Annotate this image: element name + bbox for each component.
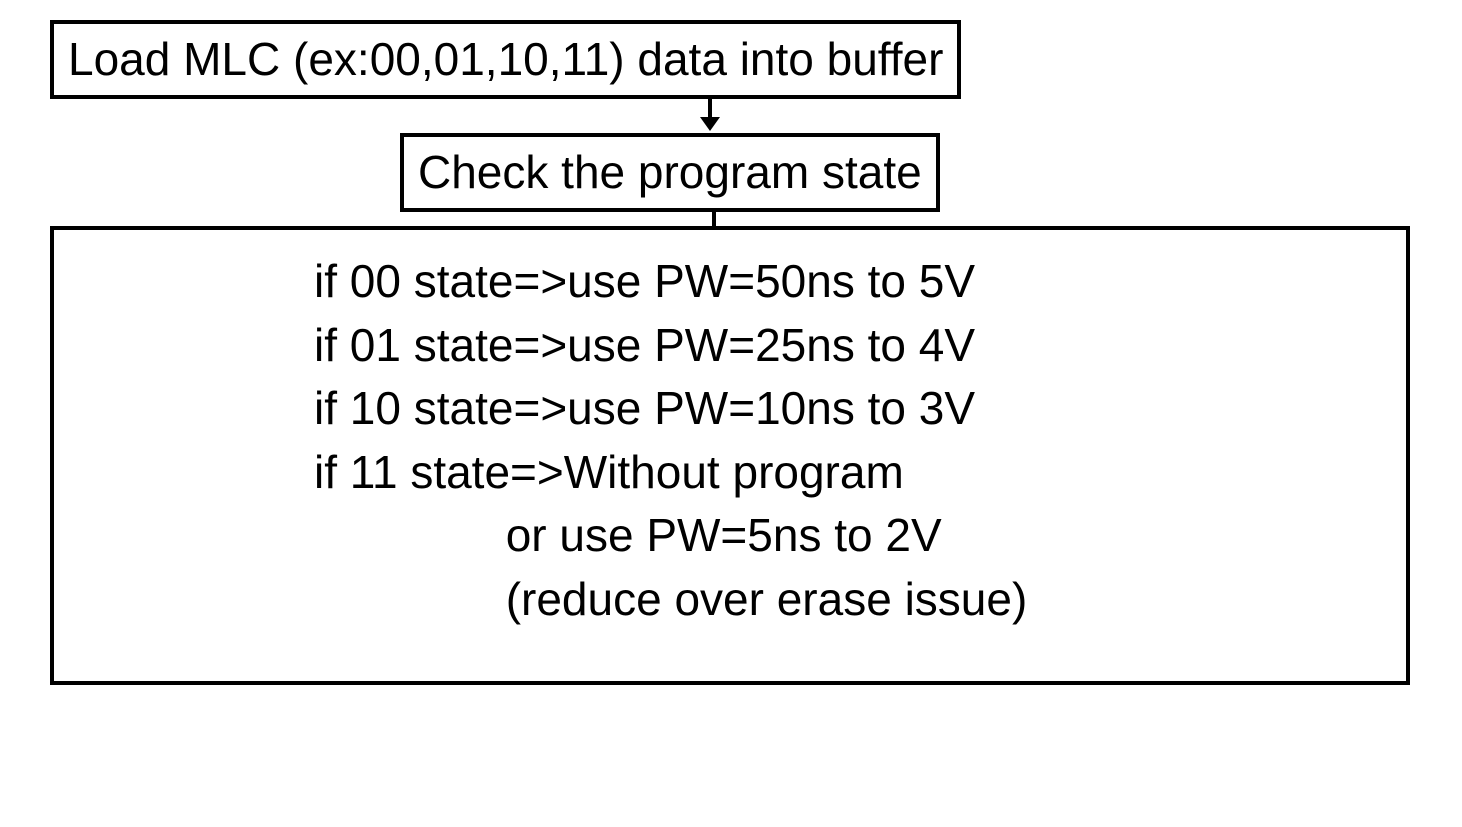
load-step-box: Load MLC (ex:00,01,10,11) data into buff… [50,20,961,99]
rule-11-a: if 11 state=>Without program [314,441,1386,504]
rule-11-c: (reduce over erase issue) [314,568,1386,631]
rule-11-b: or use PW=5ns to 2V [314,504,1386,567]
check-step-text: Check the program state [418,146,922,198]
rule-10: if 10 state=>use PW=10ns to 3V [314,377,1386,440]
load-step-text: Load MLC (ex:00,01,10,11) data into buff… [68,33,943,85]
rule-00: if 00 state=>use PW=50ns to 5V [314,250,1386,313]
arrow-down-icon [690,99,730,133]
connector-line-icon [710,212,718,226]
check-step-box: Check the program state [400,133,940,212]
rules-box: if 00 state=>use PW=50ns to 5V if 01 sta… [50,226,1410,685]
rule-01: if 01 state=>use PW=25ns to 4V [314,314,1386,377]
